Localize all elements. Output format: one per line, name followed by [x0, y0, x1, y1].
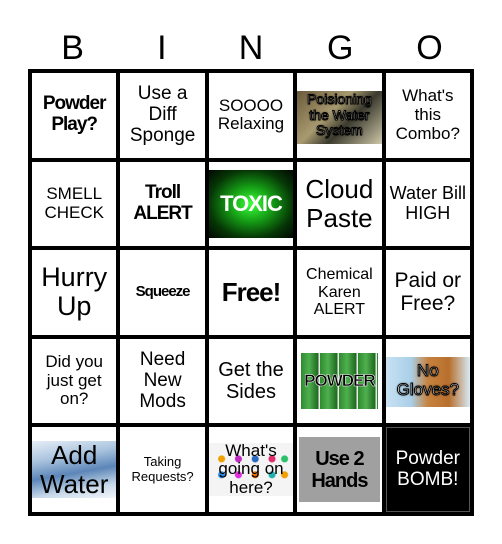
bingo-grid: Powder Play? Use a Diff Sponge SOOOO Rel…	[28, 69, 474, 516]
bingo-cell[interactable]: Troll ALERT	[120, 161, 205, 247]
cell-text: Add Water	[40, 440, 109, 499]
cell-text: Use a Diff Sponge	[129, 82, 196, 146]
cell-text: Free!	[221, 277, 282, 308]
bingo-cell[interactable]: Paid or Free?	[385, 250, 470, 335]
bingo-cell[interactable]: Hurry Up	[32, 250, 117, 335]
cell-text: POWDER	[304, 370, 376, 390]
cell-text: Troll ALERT	[133, 182, 192, 224]
cell-text: Use 2 Hands	[311, 447, 368, 492]
bingo-cell[interactable]: No Gloves?	[385, 338, 470, 424]
header-letter-i: I	[157, 29, 167, 67]
cell-text: No Gloves?	[396, 361, 459, 400]
bingo-cell[interactable]: TOXIC	[208, 161, 294, 247]
cell-text: Hurry Up	[41, 261, 108, 322]
bingo-header: B I N G O	[28, 26, 474, 70]
header-letter-n: N	[238, 29, 264, 67]
bingo-cell[interactable]: Get the Sides	[208, 338, 294, 424]
bingo-cell[interactable]: SMELL CHECK	[32, 161, 117, 247]
cell-text: Powder BOMB!	[395, 447, 460, 490]
cell-text: Powder Play?	[42, 93, 107, 136]
bingo-cell[interactable]: Use a Diff Sponge	[120, 73, 205, 158]
header-letter-b: B	[61, 29, 84, 67]
bingo-cell[interactable]: POWDER	[297, 338, 382, 424]
bingo-cell[interactable]: SOOOO Relaxing	[208, 73, 294, 158]
cell-text: Squeeze	[135, 283, 191, 301]
cell-text: Get the Sides	[218, 359, 284, 404]
cell-text: Water Bill HIGH	[389, 183, 466, 223]
cell-text: TOXIC	[220, 190, 283, 216]
bingo-cell[interactable]: Add Water	[32, 427, 117, 512]
bingo-cell[interactable]: Use 2 Hands	[297, 427, 382, 512]
cell-text: Poisioning the Water System	[307, 91, 373, 138]
cell-text: SMELL CHECK	[44, 184, 104, 222]
bingo-cell[interactable]: Chemical Karen ALERT	[297, 250, 382, 335]
bingo-cell[interactable]: Poisioning the Water System	[297, 73, 382, 158]
bingo-cell[interactable]: Free!	[208, 250, 294, 335]
bingo-cell[interactable]: Water Bill HIGH	[385, 161, 470, 247]
bingo-cell[interactable]: What's this Combo?	[385, 73, 470, 158]
cell-text: What's this Combo?	[395, 86, 460, 143]
cell-text: Need New Mods	[139, 348, 186, 412]
cell-text: Paid or Free?	[394, 269, 462, 316]
header-letter-o: O	[416, 29, 443, 67]
bingo-cell[interactable]: Taking Requests?	[120, 427, 205, 512]
bingo-cell[interactable]: What's going on here?	[208, 427, 294, 512]
cell-text: SOOOO Relaxing	[217, 95, 285, 134]
bingo-cell[interactable]: Need New Mods	[120, 338, 205, 424]
bingo-cell[interactable]: Squeeze	[120, 250, 205, 335]
cell-text: Chemical Karen ALERT	[306, 266, 373, 319]
cell-text: Did you just get on?	[45, 352, 104, 409]
bingo-cell[interactable]: Cloud Paste	[297, 161, 382, 247]
bingo-cell[interactable]: Powder Play?	[32, 73, 117, 158]
cell-text: What's going on here?	[218, 440, 284, 498]
bingo-cell[interactable]: Powder BOMB!	[385, 427, 470, 512]
cell-text: Taking Requests?	[131, 454, 194, 484]
cell-text: Cloud Paste	[305, 174, 374, 233]
header-letter-g: G	[326, 29, 354, 67]
bingo-cell[interactable]: Did you just get on?	[32, 338, 117, 424]
